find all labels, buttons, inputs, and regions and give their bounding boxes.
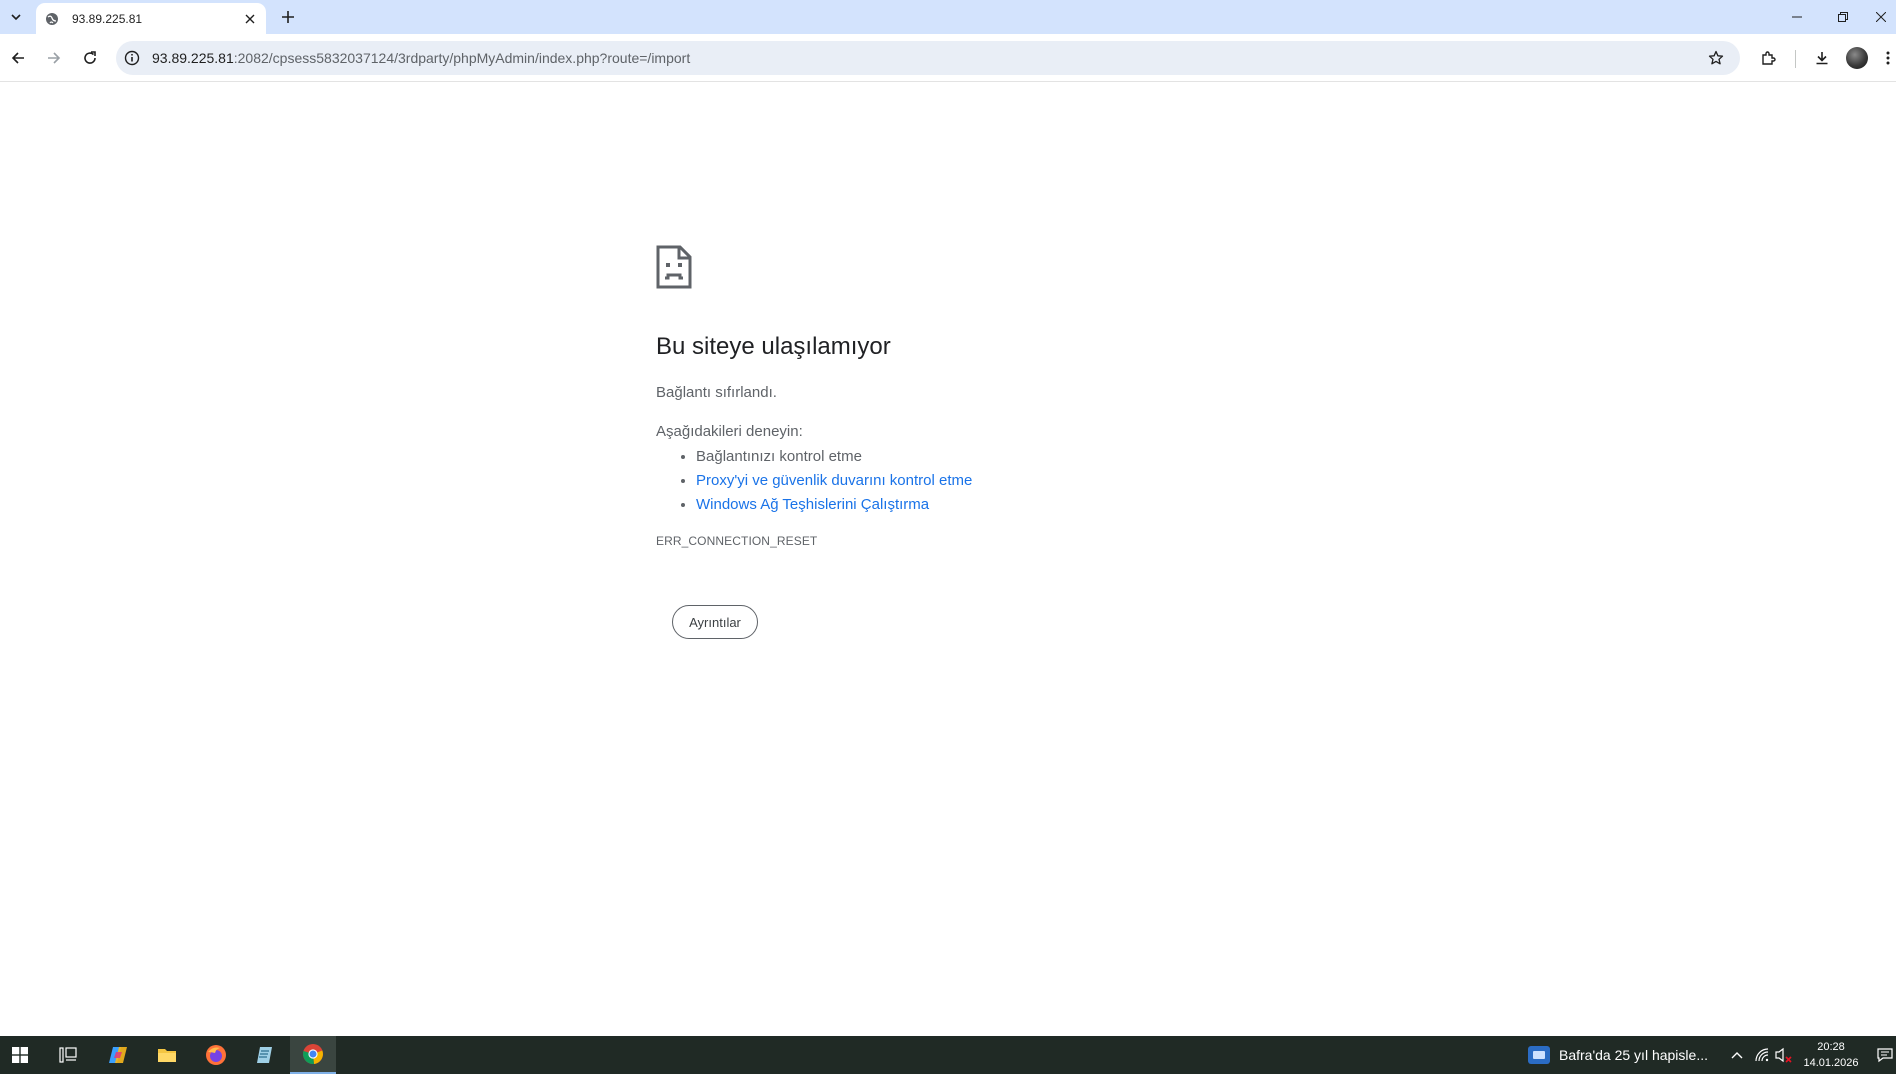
chevron-up-icon xyxy=(1731,1052,1743,1059)
file-explorer-icon xyxy=(158,1049,176,1062)
network-button[interactable] xyxy=(1752,1036,1772,1074)
toolbar-separator xyxy=(1795,50,1796,68)
download-icon xyxy=(1816,52,1828,65)
restore-button[interactable] xyxy=(1820,0,1866,34)
reload-button[interactable] xyxy=(76,44,104,72)
minimize-icon xyxy=(1792,16,1802,18)
back-icon xyxy=(11,52,24,64)
error-title: Bu siteye ulaşılamıyor xyxy=(656,333,891,360)
error-description: Bağlantı sıfırlandı. xyxy=(656,384,777,401)
news-headline: Bafra'da 25 yıl hapisle... xyxy=(1559,1047,1708,1063)
close-window-button[interactable] xyxy=(1866,0,1896,34)
news-icon xyxy=(1528,1046,1550,1064)
downloads-button[interactable] xyxy=(1808,44,1836,72)
notification-icon xyxy=(1877,1048,1893,1063)
more-icon xyxy=(1886,51,1890,65)
details-button[interactable]: Ayrıntılar xyxy=(672,605,758,639)
windows-start-icon xyxy=(12,1047,28,1063)
file-explorer-button[interactable] xyxy=(143,1036,191,1074)
profile-avatar[interactable] xyxy=(1846,47,1868,69)
task-view-icon xyxy=(59,1047,77,1063)
volume-button[interactable] xyxy=(1774,1036,1794,1074)
show-hidden-icons-button[interactable] xyxy=(1726,1036,1748,1074)
site-info-button[interactable] xyxy=(118,44,146,72)
suggestion-check-proxy: Proxy'yi ve güvenlik duvarını kontrol et… xyxy=(696,469,972,493)
error-code: ERR_CONNECTION_RESET xyxy=(656,534,818,548)
minimize-button[interactable] xyxy=(1774,0,1820,34)
tab-strip: 93.89.225.81 xyxy=(0,0,1896,34)
network-diagnostics-link[interactable]: Windows Ağ Teşhislerini Çalıştırma xyxy=(696,496,929,513)
wifi-icon xyxy=(1755,1048,1769,1062)
copilot-icon xyxy=(109,1047,127,1063)
clock-date: 14.01.2026 xyxy=(1803,1057,1859,1069)
info-icon xyxy=(124,50,140,66)
chrome-taskbar-button[interactable] xyxy=(290,1036,336,1074)
active-tab[interactable]: 93.89.225.81 xyxy=(36,3,266,34)
back-button[interactable] xyxy=(4,44,32,72)
tab-title: 93.89.225.81 xyxy=(72,11,143,26)
tab-search-icon xyxy=(11,14,21,21)
menu-button[interactable] xyxy=(1880,44,1896,72)
suggestions-list: Bağlantınızı kontrol etme Proxy'yi ve gü… xyxy=(696,445,972,517)
sad-page-icon xyxy=(656,245,692,289)
start-button[interactable] xyxy=(0,1036,40,1074)
suggestion-check-connection: Bağlantınızı kontrol etme xyxy=(696,445,972,469)
news-widget[interactable]: Bafra'da 25 yıl hapisle... xyxy=(1528,1036,1708,1074)
close-icon xyxy=(245,14,255,23)
url-text[interactable]: 93.89.225.81:2082/cpsess5832037124/3rdpa… xyxy=(152,50,690,66)
address-bar[interactable]: 93.89.225.81:2082/cpsess5832037124/3rdpa… xyxy=(116,41,1740,75)
bookmark-button[interactable] xyxy=(1702,44,1730,72)
forward-icon xyxy=(48,52,61,64)
star-icon xyxy=(1708,50,1724,65)
volume-muted-icon xyxy=(1775,1047,1792,1063)
notepad-button[interactable] xyxy=(241,1036,289,1074)
suggestions-heading: Aşağıdakileri deneyin: xyxy=(656,423,803,440)
plus-icon xyxy=(282,11,294,23)
taskbar: Bafra'da 25 yıl hapisle... 20:28 14.01.2… xyxy=(0,1036,1896,1074)
taskbar-clock[interactable]: 20:28 14.01.2026 xyxy=(1796,1039,1866,1071)
suggestion-run-diagnostics: Windows Ağ Teşhislerini Çalıştırma xyxy=(696,493,972,517)
forward-button[interactable] xyxy=(40,44,68,72)
toolbar: 93.89.225.81:2082/cpsess5832037124/3rdpa… xyxy=(0,34,1896,82)
close-icon xyxy=(1876,12,1886,22)
chrome-icon xyxy=(303,1044,323,1065)
notification-center-button[interactable] xyxy=(1874,1036,1896,1074)
new-tab-button[interactable] xyxy=(276,5,300,29)
check-proxy-link[interactable]: Proxy'yi ve güvenlik duvarını kontrol et… xyxy=(696,472,972,489)
clock-time: 20:28 xyxy=(1817,1041,1845,1053)
reload-icon xyxy=(84,51,96,64)
notepad-icon xyxy=(257,1047,272,1063)
window-controls xyxy=(1774,0,1896,34)
url-host: 93.89.225.81 xyxy=(152,50,234,66)
firefox-button[interactable] xyxy=(192,1036,240,1074)
tab-search-button[interactable] xyxy=(4,5,28,29)
copilot-button[interactable] xyxy=(94,1036,142,1074)
url-path: :2082/cpsess5832037124/3rdparty/phpMyAdm… xyxy=(233,50,691,66)
restore-icon xyxy=(1838,12,1848,22)
firefox-icon xyxy=(206,1045,226,1065)
task-view-button[interactable] xyxy=(44,1036,92,1074)
extensions-button[interactable] xyxy=(1754,44,1782,72)
tab-close-button[interactable] xyxy=(240,9,260,29)
extensions-icon xyxy=(1762,51,1776,65)
page-content: Bu siteye ulaşılamıyor Bağlantı sıfırlan… xyxy=(0,83,1896,1036)
browser-window: 93.89.225.81 93.89.225.81:2082/cpsess583… xyxy=(0,0,1896,1036)
globe-icon xyxy=(44,11,60,27)
